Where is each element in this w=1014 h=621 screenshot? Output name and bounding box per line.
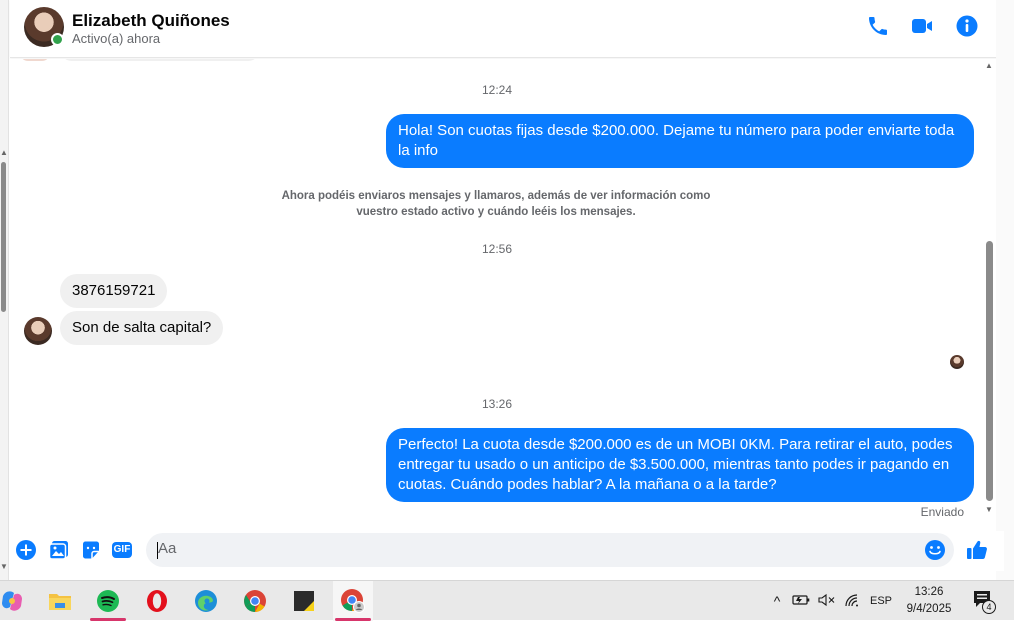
read-receipt-avatar bbox=[950, 355, 964, 369]
scroll-down-arrow-icon[interactable]: ▼ bbox=[985, 505, 993, 514]
taskbar-clock[interactable]: 13:26 9/4/2025 bbox=[898, 584, 960, 618]
like-icon[interactable] bbox=[965, 538, 989, 562]
scroll-up-arrow-icon[interactable]: ▲ bbox=[985, 61, 993, 70]
gif-icon[interactable]: GIF bbox=[111, 539, 133, 561]
system-notice-line: Ahora podéis enviaros mensajes y llamaro… bbox=[281, 190, 711, 202]
online-status-dot bbox=[51, 33, 64, 46]
photo-icon[interactable] bbox=[48, 539, 70, 561]
contact-name[interactable]: Elizabeth Quiñones bbox=[72, 11, 230, 31]
chrome-icon[interactable] bbox=[235, 581, 275, 621]
timestamp-separator: 12:56 bbox=[481, 242, 513, 256]
delivery-status: Enviado bbox=[920, 505, 964, 519]
chevron-up-icon[interactable]: ^ bbox=[768, 593, 786, 609]
message-input-container[interactable] bbox=[146, 533, 954, 567]
message-scrollbar[interactable]: ▲ ▼ bbox=[984, 59, 996, 519]
emoji-icon[interactable] bbox=[924, 539, 946, 566]
gif-label: GIF bbox=[113, 544, 131, 555]
timestamp-separator: 13:26 bbox=[481, 397, 513, 411]
timestamp-separator: 12:24 bbox=[481, 83, 513, 97]
wifi-icon[interactable] bbox=[844, 593, 866, 610]
outgoing-message[interactable]: Hola! Son cuotas fijas desde $200.000. D… bbox=[386, 114, 974, 168]
incoming-message[interactable]: 3876159721 bbox=[60, 274, 168, 308]
system-tray: ^ ESP bbox=[768, 581, 892, 621]
chrome-profile-icon[interactable] bbox=[333, 581, 373, 621]
notification-center-icon[interactable]: 4 bbox=[972, 589, 996, 614]
contact-status: Activo(a) ahora bbox=[72, 31, 161, 46]
outgoing-message[interactable]: Perfecto! La cuota desde $200.000 es de … bbox=[386, 428, 974, 502]
windows-taskbar: ^ ESP 13:26 9/4/2025 4 bbox=[0, 580, 1014, 621]
plus-icon[interactable] bbox=[15, 539, 37, 561]
scroll-down-arrow-icon[interactable]: ▼ bbox=[0, 562, 8, 571]
incoming-message[interactable]: Son de salta capital? bbox=[60, 311, 224, 345]
sticker-icon[interactable] bbox=[80, 539, 102, 561]
notification-count-badge: 4 bbox=[982, 600, 996, 614]
clock-time: 13:26 bbox=[914, 586, 944, 598]
language-indicator[interactable]: ESP bbox=[870, 595, 892, 607]
system-notice: Ahora podéis enviaros mensajes y llamaro… bbox=[270, 188, 722, 220]
message-composer: GIF bbox=[10, 531, 1004, 571]
window-right-edge bbox=[996, 0, 1014, 580]
chat-header: Elizabeth Quiñones Activo(a) ahora bbox=[10, 0, 1004, 58]
volume-muted-icon[interactable] bbox=[818, 593, 840, 610]
spotify-icon[interactable] bbox=[88, 581, 128, 621]
opera-icon[interactable] bbox=[137, 581, 177, 621]
previous-message-fragment bbox=[20, 59, 50, 61]
info-icon[interactable] bbox=[955, 14, 979, 38]
edge-icon[interactable] bbox=[186, 581, 226, 621]
scrollbar-thumb[interactable] bbox=[986, 241, 993, 501]
battery-icon[interactable] bbox=[792, 593, 814, 610]
system-notice-line: vuestro estado activo y cuándo leéis los… bbox=[356, 206, 636, 218]
contact-avatar-small[interactable] bbox=[24, 317, 52, 345]
file-explorer-icon[interactable] bbox=[40, 581, 80, 621]
message-input[interactable] bbox=[158, 540, 918, 557]
message-list[interactable]: 12:24 Hola! Son cuotas fijas desde $200.… bbox=[10, 59, 984, 531]
previous-message-fragment bbox=[60, 59, 260, 61]
clock-date: 9/4/2025 bbox=[906, 603, 952, 615]
background-scrollbar-thumb[interactable] bbox=[1, 162, 6, 312]
phone-icon[interactable] bbox=[866, 14, 890, 38]
sticky-notes-icon[interactable] bbox=[284, 581, 324, 621]
copilot-icon[interactable] bbox=[0, 581, 32, 621]
scroll-up-arrow-icon[interactable]: ▲ bbox=[0, 148, 8, 157]
background-window-edge: ▲ ▼ bbox=[0, 0, 9, 580]
video-icon[interactable] bbox=[910, 14, 934, 38]
